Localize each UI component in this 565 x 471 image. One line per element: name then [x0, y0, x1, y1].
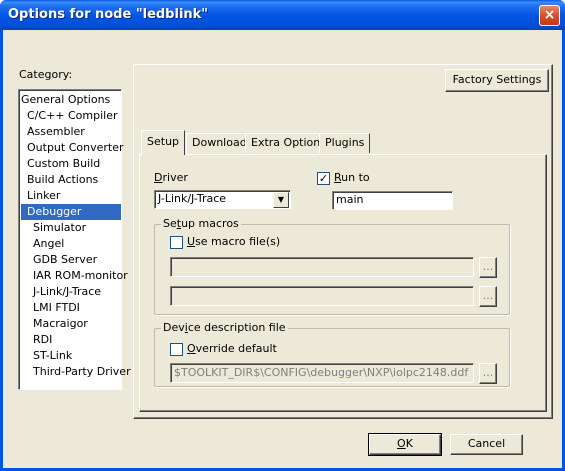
run-to-input[interactable]: main: [332, 191, 453, 210]
category-item-macraigor[interactable]: Macraigor: [33, 316, 121, 332]
dropdown-arrow-icon[interactable]: ▼: [273, 192, 289, 208]
category-item-gdb-server[interactable]: GDB Server: [33, 252, 121, 268]
macro-browse-button-1[interactable]: ...: [479, 257, 497, 278]
driver-label: Driver: [154, 171, 188, 184]
macro-browse-button-2[interactable]: ...: [479, 286, 497, 307]
tab-setup[interactable]: Setup: [141, 130, 186, 155]
category-item-st-link[interactable]: ST-Link: [33, 348, 121, 364]
override-default-checkbox[interactable]: [170, 343, 183, 356]
run-to-label: Run to: [334, 171, 370, 184]
category-item-iar-rom-monitor[interactable]: IAR ROM-monitor: [33, 268, 128, 284]
setup-macros-title: Setup macros: [161, 217, 241, 230]
category-item-lmi-ftdi[interactable]: LMI FTDI: [33, 300, 121, 316]
close-button[interactable]: ×: [539, 5, 560, 26]
category-label: Category:: [19, 68, 73, 81]
close-icon: ×: [543, 7, 556, 23]
category-item-c-cpp-compiler[interactable]: C/C++ Compiler: [27, 108, 121, 124]
dialog-body: Category: General Options C/C++ Compiler…: [3, 30, 562, 468]
category-item-rdi[interactable]: RDI: [33, 332, 121, 348]
device-description-input[interactable]: $TOOLKIT_DIR$\CONFIG\debugger\NXP\iolpc2…: [170, 363, 474, 383]
category-item-angel[interactable]: Angel: [33, 236, 121, 252]
factory-settings-button[interactable]: Factory Settings: [445, 69, 549, 92]
category-item-custom-build[interactable]: Custom Build: [27, 156, 121, 172]
tab-download[interactable]: Download: [186, 133, 253, 153]
category-item-simulator[interactable]: Simulator: [33, 220, 121, 236]
category-item-assembler[interactable]: Assembler: [27, 124, 121, 140]
category-item-linker[interactable]: Linker: [27, 188, 121, 204]
category-item-debugger[interactable]: Debugger: [21, 204, 121, 220]
title-bar[interactable]: Options for node "ledblink" ×: [0, 0, 565, 30]
tab-plugins[interactable]: Plugins: [319, 133, 371, 153]
cancel-button[interactable]: Cancel: [450, 434, 523, 455]
category-item-general-options[interactable]: General Options: [21, 92, 121, 108]
device-description-title: Device description file: [161, 321, 288, 334]
macro-file-input-1[interactable]: [170, 257, 474, 277]
ok-button[interactable]: OK: [368, 433, 442, 456]
category-item-build-actions[interactable]: Build Actions: [27, 172, 121, 188]
device-description-browse-button[interactable]: ...: [479, 363, 497, 384]
options-dialog: Options for node "ledblink" × Category: …: [0, 0, 565, 471]
use-macro-checkbox[interactable]: [170, 236, 183, 249]
use-macro-label: Use macro file(s): [187, 235, 281, 248]
category-item-jlink-jtrace[interactable]: J-Link/J-Trace: [33, 284, 121, 300]
macro-file-input-2[interactable]: [170, 286, 474, 306]
category-item-output-converter[interactable]: Output Converter: [27, 140, 124, 156]
window-title: Options for node "ledblink": [8, 7, 209, 22]
override-default-label: Override default: [187, 342, 277, 355]
driver-select[interactable]: J-Link/J-Trace ▼: [154, 190, 291, 209]
category-item-third-party-driver[interactable]: Third-Party Driver: [33, 364, 131, 380]
run-to-checkbox[interactable]: ✓: [317, 172, 330, 185]
driver-select-value: J-Link/J-Trace: [158, 192, 227, 205]
category-list[interactable]: General Options C/C++ Compiler Assembler…: [18, 89, 131, 390]
